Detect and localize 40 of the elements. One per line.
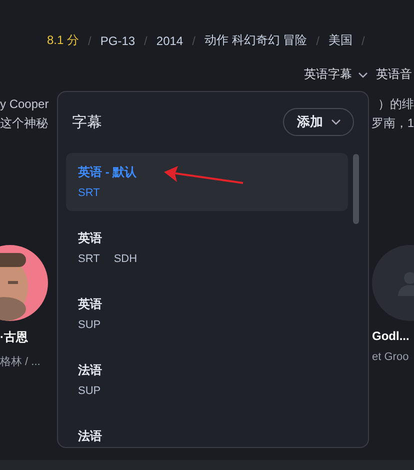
meta-item: 2014 <box>156 34 184 48</box>
chevron-down-icon <box>358 72 368 78</box>
format-label: SUP <box>78 385 101 397</box>
description-text: y Cooper <box>0 96 49 113</box>
separator: / <box>192 34 196 48</box>
cast-role: et Groo <box>372 351 409 363</box>
language-label: 法语 <box>78 362 102 379</box>
language-label: 英语 <box>78 296 102 313</box>
subtitle-item[interactable]: 英语 - 默认 SRT <box>66 153 348 211</box>
description-text: 这个神秘 <box>0 115 48 132</box>
format-label: SUP <box>78 319 101 331</box>
format-label: SRT <box>78 187 100 199</box>
meta-item: 动作 科幻奇幻 冒险 <box>204 32 308 49</box>
description-text: 罗南，1 <box>371 115 414 132</box>
chevron-down-icon <box>331 119 341 125</box>
add-button[interactable]: 添加 <box>283 108 354 136</box>
language-label: 英语 - 默认 <box>78 164 137 181</box>
format-label: SDH <box>114 253 138 265</box>
popup-title: 字幕 <box>72 112 102 132</box>
language-label: 法语 <box>78 428 102 445</box>
subtitle-item[interactable]: 法语 <box>66 417 348 447</box>
subtitle-dropdown[interactable]: 英语字幕 <box>304 66 368 83</box>
separator: / <box>144 34 148 48</box>
audio-dropdown[interactable]: 英语音 <box>376 66 412 83</box>
separator: / <box>316 34 320 48</box>
scrollbar[interactable] <box>353 154 359 224</box>
cast-name: Godl... <box>372 329 410 343</box>
format-label: SRT <box>78 253 100 265</box>
meta-item: PG-13 <box>100 34 136 48</box>
separator: / <box>361 34 365 48</box>
meta-item: 美国 <box>328 32 352 49</box>
description-text: ）的绯 <box>378 96 414 113</box>
subtitle-item[interactable]: 法语 SUP <box>66 351 348 409</box>
separator: / <box>88 34 92 48</box>
subtitle-item[interactable]: 英语 SUP <box>66 285 348 343</box>
cast-name: ·古恩 <box>0 329 28 346</box>
cast-role: 格林 / ... <box>0 355 40 369</box>
language-label: 英语 <box>78 230 102 247</box>
subtitle-item[interactable]: 英语 SRT SDH <box>66 219 348 277</box>
rating: 8.1 分 <box>47 32 80 49</box>
